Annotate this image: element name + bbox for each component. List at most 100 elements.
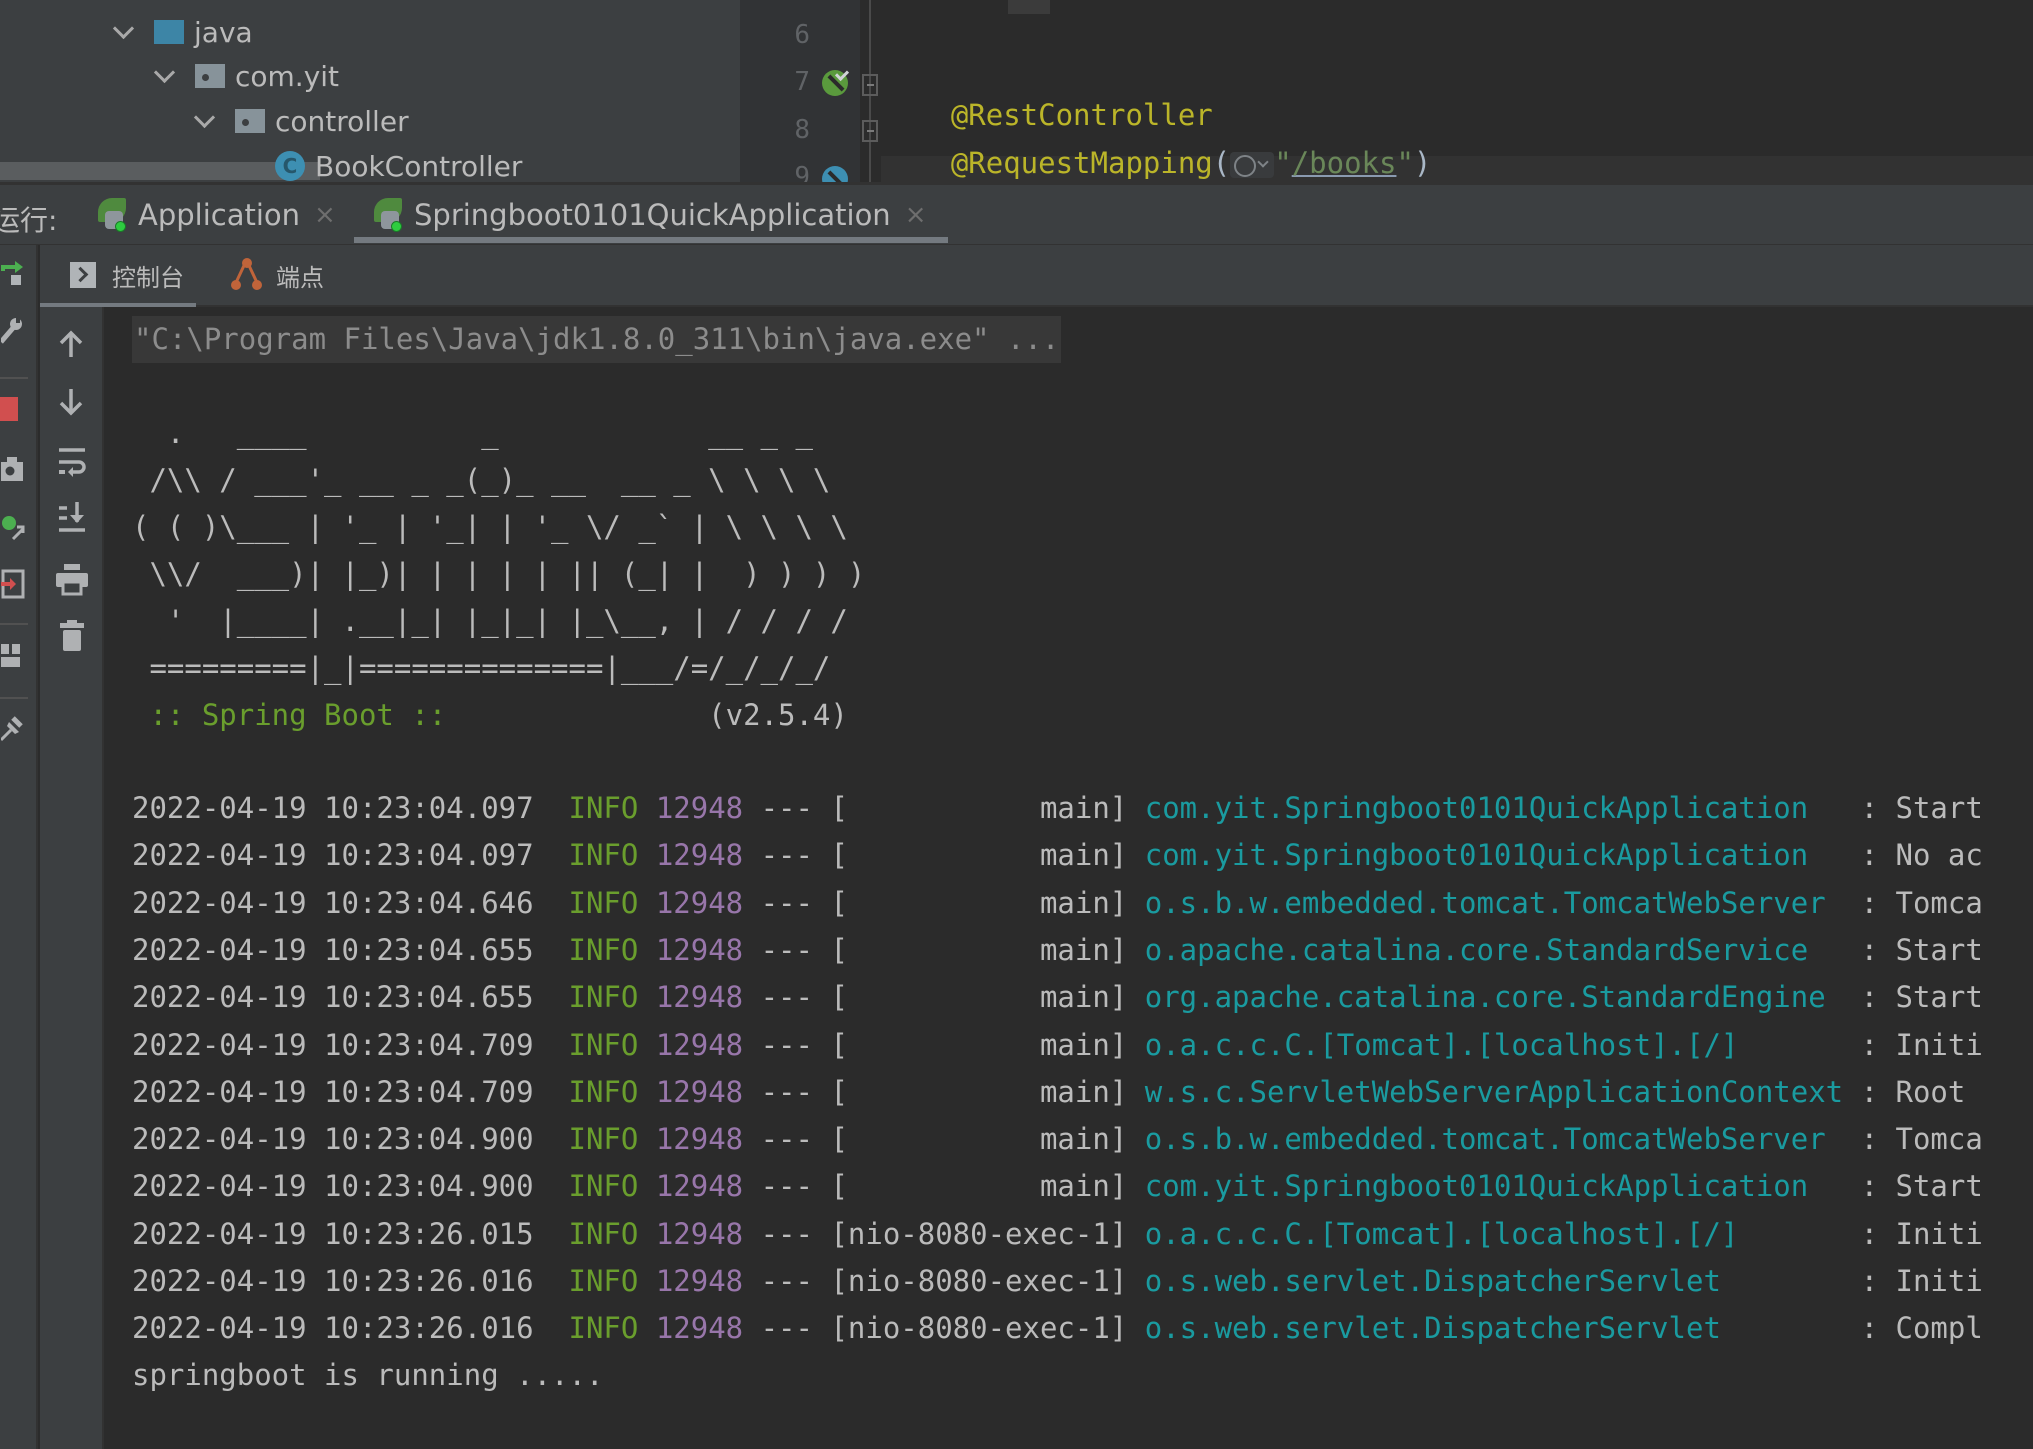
log-thread: [ main]	[830, 932, 1128, 967]
pin-icon[interactable]	[0, 715, 24, 743]
log-message: : Start	[1860, 980, 1983, 1015]
log-line: 2022-04-19 10:23:04.709 INFO 12948 --- […	[132, 1022, 1983, 1069]
source-folder-icon	[154, 20, 184, 44]
log-line: 2022-04-19 10:23:04.646 INFO 12948 --- […	[132, 880, 1983, 927]
folded-imports[interactable]	[1008, 0, 1050, 14]
log-logger[interactable]: org.apache.catalina.core.StandardEngine	[1145, 980, 1843, 1014]
code-line-9: public class BookController {	[881, 158, 1457, 185]
scroll-up-icon[interactable]	[56, 327, 86, 361]
log-pid: 12948	[655, 791, 744, 825]
stop-icon[interactable]	[0, 397, 18, 421]
log-thread: [ main]	[830, 838, 1128, 873]
close-icon[interactable]: ×	[905, 200, 927, 230]
soft-wrap-icon[interactable]	[56, 445, 88, 479]
banner-line: /\\ / ___'_ __ _ _(_)_ __ __ _ \ \ \ \	[132, 463, 831, 497]
layout-icon[interactable]	[0, 643, 22, 669]
log-message: : Tomca	[1860, 1122, 1983, 1157]
exit-icon[interactable]	[0, 568, 26, 600]
log-thread: [ main]	[830, 791, 1128, 825]
log-logger[interactable]: com.yit.Springboot0101QuickApplication	[1145, 1169, 1843, 1203]
log-separator: ---	[760, 1216, 813, 1251]
java-command-line[interactable]: "C:\Program Files\Java\jdk1.8.0_311\bin\…	[132, 316, 1062, 363]
log-line: 2022-04-19 10:23:04.655 INFO 12948 --- […	[132, 927, 1983, 974]
log-separator: ---	[760, 1169, 813, 1204]
log-thread: [ main]	[830, 1122, 1128, 1157]
fold-toggle-icon[interactable]	[862, 74, 878, 96]
chevron-down-icon[interactable]	[153, 65, 175, 87]
chevron-down-icon[interactable]	[112, 21, 134, 43]
log-pid: 12948	[655, 932, 744, 967]
close-icon[interactable]: ×	[314, 200, 336, 230]
log-message: : Tomca	[1860, 885, 1983, 920]
horizontal-scrollbar[interactable]	[0, 162, 320, 180]
log-logger[interactable]: com.yit.Springboot0101QuickApplication	[1145, 791, 1843, 825]
log-separator: ---	[760, 1027, 813, 1062]
run-tab-springboot0101quickapplication[interactable]: Springboot0101QuickApplication ×	[353, 185, 949, 245]
tab-console[interactable]: 控制台	[40, 245, 196, 307]
line-number: 7	[794, 67, 810, 97]
banner-line: . ____ _ __ _ _	[132, 416, 813, 450]
scroll-down-icon[interactable]	[56, 385, 86, 419]
log-timestamp: 2022-04-19 10:23:26.016	[132, 1264, 534, 1298]
tree-item-bookcontroller[interactable]: C BookController	[275, 144, 522, 185]
log-thread: [nio-8080-exec-1]	[830, 1264, 1128, 1298]
print-icon[interactable]	[55, 563, 89, 597]
run-tab-application[interactable]: Application ×	[94, 185, 336, 245]
log-line: 2022-04-19 10:23:04.900 INFO 12948 --- […	[132, 1116, 1983, 1163]
log-message: : Start	[1860, 791, 1983, 825]
log-thread: [ main]	[830, 1027, 1128, 1062]
project-tree-panel: java com.yit controller C BookController	[0, 0, 740, 185]
log-logger[interactable]: com.yit.Springboot0101QuickApplication	[1145, 838, 1843, 872]
log-logger[interactable]: o.s.web.servlet.DispatcherServlet	[1145, 1264, 1843, 1298]
log-logger[interactable]: o.s.web.servlet.DispatcherServlet	[1145, 1311, 1843, 1345]
console-output[interactable]: "C:\Program Files\Java\jdk1.8.0_311\bin\…	[106, 307, 2033, 1449]
log-logger[interactable]: o.s.b.w.embedded.tomcat.TomcatWebServer	[1145, 886, 1843, 920]
camera-icon[interactable]	[0, 455, 24, 483]
fold-toggle-icon[interactable]	[862, 120, 878, 142]
log-line: 2022-04-19 10:23:26.015 INFO 12948 --- […	[132, 1211, 1983, 1258]
log-pid: 12948	[655, 1264, 744, 1298]
console-subtab-bar: 控制台 端点	[40, 245, 2033, 307]
log-timestamp: 2022-04-19 10:23:26.016	[132, 1311, 534, 1346]
package-icon	[195, 64, 225, 88]
log-level: INFO	[568, 1169, 639, 1204]
log-logger[interactable]: o.a.c.c.C.[Tomcat].[localhost].[/]	[1145, 1217, 1843, 1251]
code-editor[interactable]: 6 7 @RestController 8 @RequestMapping("/…	[740, 0, 2033, 185]
log-message: : Start	[1860, 932, 1983, 967]
log-separator: ---	[760, 885, 813, 920]
tree-item-label: com.yit	[235, 59, 340, 93]
console-icon	[70, 262, 96, 288]
tree-item-java[interactable]: java	[112, 10, 253, 54]
tab-endpoints[interactable]: 端点	[230, 245, 324, 305]
log-level: INFO	[568, 838, 639, 873]
scroll-to-end-icon[interactable]	[56, 501, 88, 535]
log-line: 2022-04-19 10:23:04.655 INFO 12948 --- […	[132, 974, 1983, 1021]
log-separator: ---	[760, 1074, 813, 1109]
log-pid: 12948	[655, 1311, 744, 1346]
log-line: 2022-04-19 10:23:26.016 INFO 12948 --- […	[132, 1258, 1983, 1305]
log-logger[interactable]: o.apache.catalina.core.StandardService	[1145, 933, 1843, 967]
debug-attach-icon[interactable]	[0, 510, 26, 542]
log-logger[interactable]: o.s.b.w.embedded.tomcat.TomcatWebServer	[1145, 1122, 1843, 1156]
wrench-icon[interactable]	[0, 313, 24, 347]
spring-bean-icon[interactable]	[822, 70, 848, 96]
log-line: 2022-04-19 10:23:04.097 INFO 12948 --- […	[132, 785, 1983, 832]
log-message: : Start	[1860, 1169, 1983, 1204]
endpoints-icon	[230, 258, 264, 292]
log-logger[interactable]: o.a.c.c.C.[Tomcat].[localhost].[/]	[1145, 1028, 1843, 1062]
log-timestamp: 2022-04-19 10:23:04.900	[132, 1169, 534, 1204]
log-thread: [ main]	[830, 1074, 1128, 1109]
clear-all-icon[interactable]	[57, 619, 87, 653]
log-logger[interactable]: w.s.c.ServletWebServerApplicationContext	[1145, 1075, 1843, 1109]
log-timestamp: 2022-04-19 10:23:04.646	[132, 885, 534, 920]
tree-item-controller[interactable]: controller	[193, 99, 409, 143]
tab-label: 控制台	[112, 263, 184, 292]
log-level: INFO	[568, 1311, 639, 1346]
spring-boot-run-icon	[94, 198, 128, 232]
log-level: INFO	[568, 885, 639, 920]
chevron-down-icon[interactable]	[193, 110, 215, 132]
log-pid: 12948	[655, 1027, 744, 1062]
rerun-icon[interactable]	[0, 255, 26, 289]
spring-boot-label: :: Spring Boot ::	[132, 698, 464, 732]
tree-item-com-yit[interactable]: com.yit	[153, 54, 339, 98]
